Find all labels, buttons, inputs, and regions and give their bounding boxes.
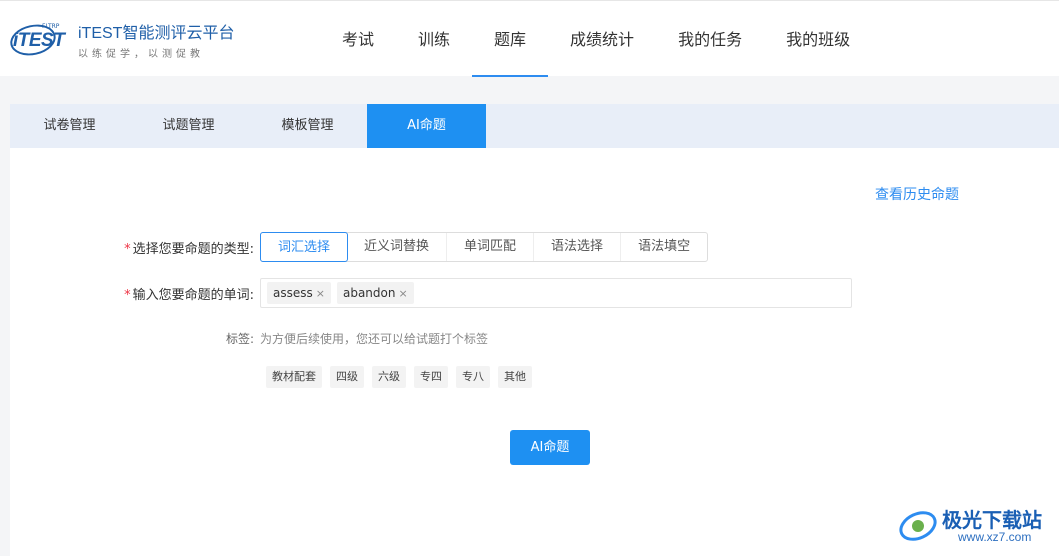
platform-slogan: 以练促学，以测促教 [78,49,204,60]
type-label: * 选择您要命题的类型: [124,241,254,257]
view-history-link[interactable]: 查看历史命题 [875,184,959,204]
word-label: * 输入您要命题的单词: [124,287,254,303]
platform-title: iTEST智能测评云平台 [78,25,235,42]
main-nav: 考试 训练 题库 成绩统计 我的任务 我的班级 [320,1,872,77]
type-option-grammar-choice[interactable]: 语法选择 [534,233,622,261]
tag-row: 标签: 为方便后续使用，您还可以给试题打个标签 [10,330,488,347]
tab-paper-management[interactable]: 试卷管理 [10,104,129,148]
tag-hint: 为方便后续使用，您还可以给试题打个标签 [260,332,489,346]
tag-tem4[interactable]: 专四 [414,366,448,388]
tag-list: 教材配套 四级 六级 专四 专八 其他 [266,366,540,388]
type-row: * 选择您要命题的类型: 词汇选择 近义词替换 单词匹配 语法选择 语法填空 [10,232,709,262]
ai-generate-button[interactable]: AI命题 [510,430,590,465]
word-chip: abandon × [336,282,414,304]
logo-sub-text: FLTRP [42,22,60,30]
remove-chip-icon[interactable]: × [398,287,407,300]
type-option-synonym-replacement[interactable]: 近义词替换 [347,233,448,261]
word-input[interactable]: assess × abandon × [260,278,852,308]
nav-exam[interactable]: 考试 [320,1,396,77]
watermark-url: www.xz7.com [958,530,1032,544]
platform-logo[interactable]: FLTRP iTEST iTEST智能测评云平台 以练促学，以测促教 [7,19,235,60]
watermark-title: 极光下载站 [942,508,1042,532]
tag-cet4[interactable]: 四级 [330,366,364,388]
word-row: * 输入您要命题的单词: assess × abandon × [10,278,852,308]
nav-question-bank[interactable]: 题库 [472,1,549,77]
content-panel: 试卷管理 试题管理 模板管理 AI命题 查看历史命题 * 选择您要命题的类型: 词… [10,104,1059,556]
tag-cet6[interactable]: 六级 [372,366,406,388]
nav-training[interactable]: 训练 [396,1,472,77]
tag-textbook[interactable]: 教材配套 [266,366,322,388]
itest-logo-icon: FLTRP iTEST [7,20,74,59]
word-chip: assess × [267,282,331,304]
tag-tem8[interactable]: 专八 [456,366,490,388]
required-mark: * [124,287,131,303]
nav-my-classes[interactable]: 我的班级 [764,1,872,77]
required-mark: * [124,241,131,257]
question-type-selector: 词汇选择 近义词替换 单词匹配 语法选择 语法填空 [260,232,709,262]
type-option-vocabulary-choice[interactable]: 词汇选择 [260,232,349,262]
remove-chip-icon[interactable]: × [316,287,325,300]
tab-question-management[interactable]: 试题管理 [129,104,248,148]
logo-text: iTEST [13,29,65,51]
nav-score-stats[interactable]: 成绩统计 [548,1,656,77]
nav-my-tasks[interactable]: 我的任务 [656,1,764,77]
sub-tabs: 试卷管理 试题管理 模板管理 AI命题 [10,104,1059,148]
watermark-logo-icon [899,511,937,541]
tag-other[interactable]: 其他 [498,366,532,388]
type-option-grammar-fill[interactable]: 语法填空 [621,233,707,261]
watermark: 极光下载站 www.xz7.com [898,500,1053,550]
tab-ai-question[interactable]: AI命题 [367,104,486,148]
tab-template-management[interactable]: 模板管理 [248,104,367,148]
type-option-word-matching[interactable]: 单词匹配 [447,233,535,261]
top-navigation-bar: FLTRP iTEST iTEST智能测评云平台 以练促学，以测促教 考试 训练… [0,0,1059,77]
tag-label: 标签: [225,332,254,346]
